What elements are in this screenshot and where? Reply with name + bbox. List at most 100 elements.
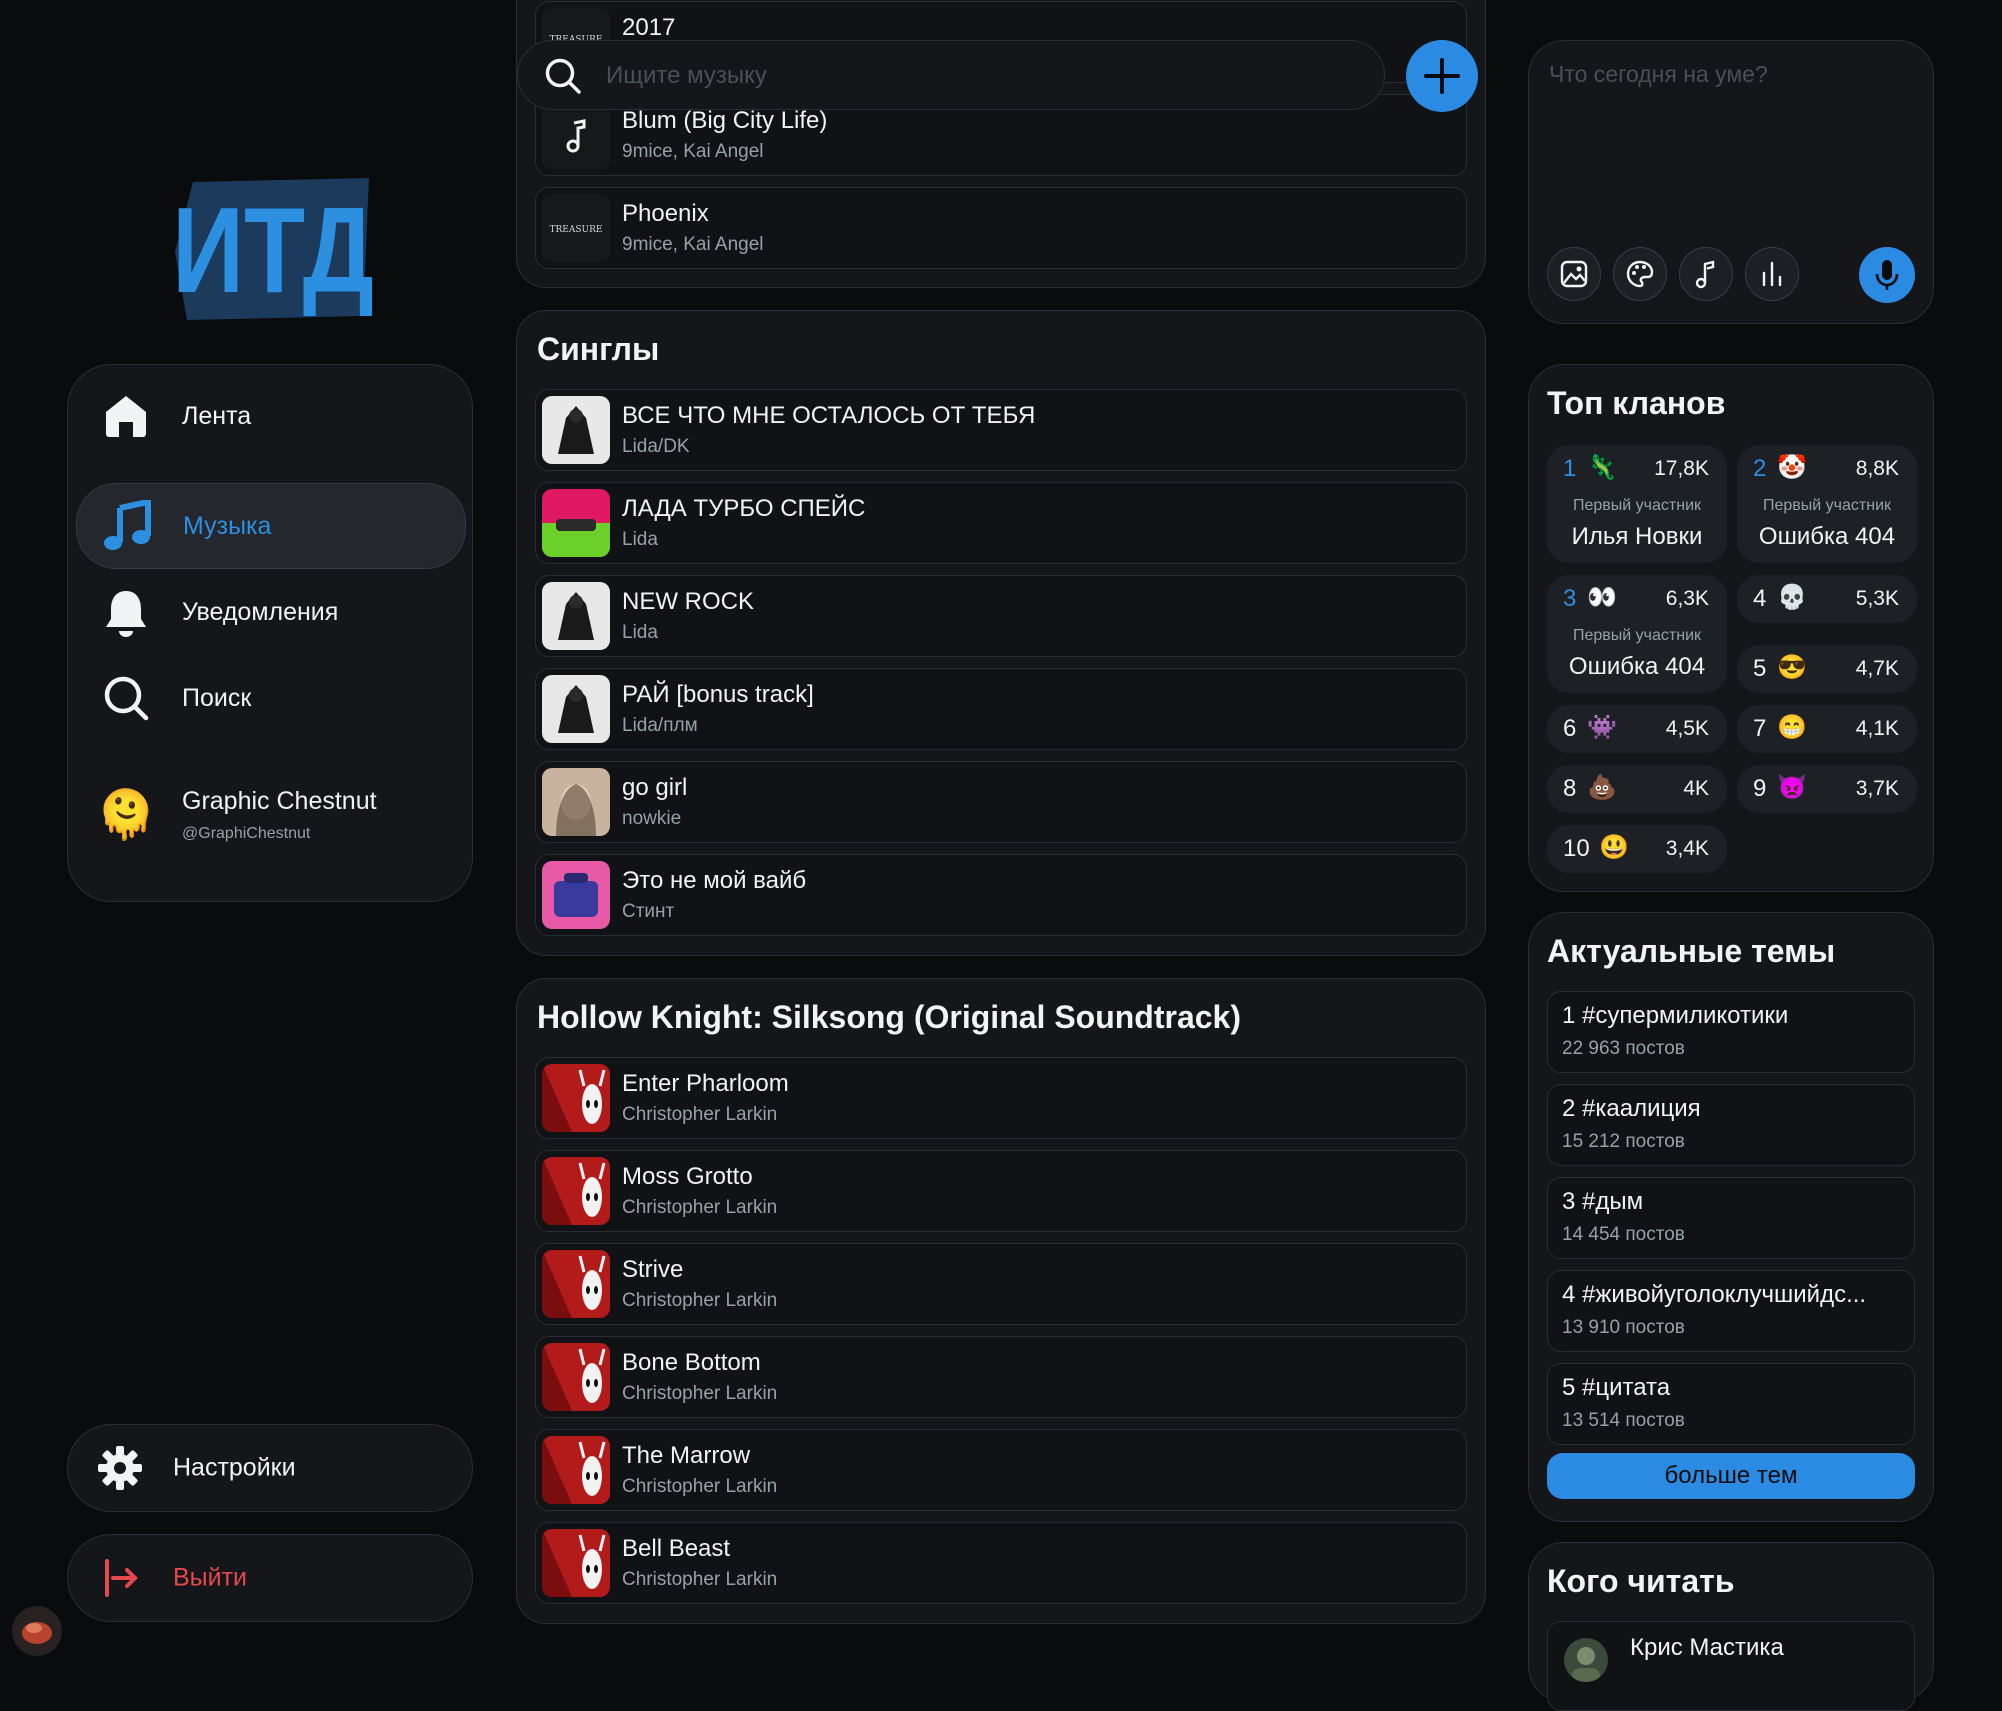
track-row[interactable]: ЛАДА ТУРБО СПЕЙС Lida <box>535 482 1467 564</box>
poll-button[interactable] <box>1745 247 1799 301</box>
follow-item[interactable]: Крис Мастика <box>1547 1621 1915 1711</box>
image-icon <box>1560 260 1588 288</box>
section-title: Кого читать <box>1547 1563 1735 1599</box>
clan-rank: 1 <box>1563 455 1577 482</box>
track-title: 2017 <box>622 14 676 41</box>
trending-topics-card: Актуальные темы 1 #супермиликотики 22 96… <box>1528 912 1934 1522</box>
clan-card[interactable]: 7 😁 4,1K <box>1737 705 1917 753</box>
topic-tag: 2 #каалиция <box>1562 1095 1701 1122</box>
clan-emoji: 💩 <box>1587 774 1617 801</box>
nav-label: Уведомления <box>182 597 339 626</box>
track-row[interactable]: Bell Beast Christopher Larkin <box>535 1522 1467 1604</box>
nav-label: Музыка <box>183 511 272 540</box>
track-artist: Christopher Larkin <box>622 1290 778 1311</box>
plus-icon <box>1424 58 1460 94</box>
section-title: Актуальные темы <box>1547 933 1836 969</box>
profile-name: Graphic Chestnut <box>182 787 377 815</box>
clan-rank: 2 <box>1753 455 1767 482</box>
track-row[interactable]: РАЙ [bonus track] Lida/плм <box>535 668 1467 750</box>
post-input[interactable] <box>1547 59 1921 213</box>
album-cover <box>542 582 610 650</box>
clan-card[interactable]: 2 🤡 8,8K Первый участник Ошибка 404 <box>1737 445 1917 563</box>
clan-score: 4K <box>1683 777 1709 800</box>
album-cover <box>542 489 610 557</box>
track-title: Phoenix <box>622 200 709 227</box>
clan-emoji: 👀 <box>1587 584 1617 611</box>
chart-bars-icon <box>1762 261 1782 287</box>
clan-card[interactable]: 8 💩 4K <box>1547 765 1727 813</box>
track-row[interactable]: Bone Bottom Christopher Larkin <box>535 1336 1467 1418</box>
clan-emoji: 😎 <box>1777 654 1807 681</box>
clan-rank: 7 <box>1753 715 1767 742</box>
clan-score: 17,8K <box>1654 457 1709 480</box>
track-row[interactable]: ВСЕ ЧТО МНЕ ОСТАЛОСЬ ОТ ТЕБЯ Lida/DK <box>535 389 1467 471</box>
nav-item-feed[interactable]: Лента <box>76 373 466 459</box>
track-title: Это не мой вайб <box>622 867 807 894</box>
track-title: ЛАДА ТУРБО СПЕЙС <box>622 495 866 522</box>
music-note-icon <box>542 101 610 169</box>
topic-item[interactable]: 2 #каалиция 15 212 постов <box>1547 1084 1915 1166</box>
clan-card[interactable]: 9 👿 3,7K <box>1737 765 1917 813</box>
music-search[interactable] <box>517 40 1385 110</box>
track-row[interactable]: TREASURE Phoenix 9mice, Kai Angel <box>535 187 1467 269</box>
voice-button[interactable] <box>1859 247 1915 303</box>
section-title: Топ кланов <box>1547 385 1726 421</box>
album-cover <box>542 1064 610 1132</box>
search-input[interactable] <box>604 55 1368 97</box>
track-row[interactable]: Strive Christopher Larkin <box>535 1243 1467 1325</box>
clan-first-member-label: Первый участник <box>1572 497 1701 514</box>
track-artist: Christopher Larkin <box>622 1569 778 1590</box>
image-button[interactable] <box>1547 247 1601 301</box>
topic-item[interactable]: 5 #цитата 13 514 постов <box>1547 1363 1915 1445</box>
search-icon <box>100 672 152 724</box>
draw-button[interactable] <box>1613 247 1667 301</box>
follow-name: Крис Мастика <box>1630 1634 1784 1661</box>
clan-card[interactable]: 3 👀 6,3K Первый участник Ошибка 404 <box>1547 575 1727 693</box>
nav-item-notifications[interactable]: Уведомления <box>76 569 466 655</box>
clan-rank: 6 <box>1563 715 1577 742</box>
clan-score: 4,5K <box>1665 717 1709 740</box>
corner-avatar[interactable] <box>12 1606 62 1656</box>
clan-card[interactable]: 5 😎 4,7K <box>1737 645 1917 693</box>
add-track-button[interactable] <box>1406 40 1478 112</box>
track-row[interactable]: Это не мой вайб Стинт <box>535 854 1467 936</box>
logout-button[interactable]: Выйти <box>67 1534 473 1622</box>
itd-logo[interactable]: ИТД <box>172 174 374 324</box>
topic-count: 15 212 постов <box>1562 1131 1685 1152</box>
track-row[interactable]: go girl nowkie <box>535 761 1467 843</box>
nav-item-search[interactable]: Поиск <box>76 655 466 741</box>
palette-icon <box>1626 260 1654 288</box>
clan-card[interactable]: 6 👾 4,5K <box>1547 705 1727 753</box>
clan-rank: 9 <box>1753 775 1767 802</box>
track-row[interactable]: The Marrow Christopher Larkin <box>535 1429 1467 1511</box>
logout-label: Выйти <box>173 1563 248 1592</box>
clan-score: 4,1K <box>1855 717 1899 740</box>
track-row[interactable]: Moss Grotto Christopher Larkin <box>535 1150 1467 1232</box>
track-title: Enter Pharloom <box>622 1070 789 1097</box>
clan-card[interactable]: 10 😃 3,4K <box>1547 825 1727 873</box>
music-button[interactable] <box>1679 247 1733 301</box>
clan-rank: 8 <box>1563 775 1577 802</box>
post-composer <box>1528 40 1934 324</box>
topic-count: 13 910 постов <box>1562 1317 1685 1338</box>
settings-button[interactable]: Настройки <box>67 1424 473 1512</box>
track-artist: Стинт <box>622 901 675 922</box>
profile-link[interactable]: 🫠 Graphic Chestnut @GraphiChestnut <box>76 771 466 857</box>
topic-item[interactable]: 3 #дым 14 454 постов <box>1547 1177 1915 1259</box>
search-icon <box>544 57 582 100</box>
topic-item[interactable]: 1 #супермиликотики 22 963 постов <box>1547 991 1915 1073</box>
more-topics-button[interactable]: больше тем <box>1547 1453 1915 1499</box>
track-title: Strive <box>622 1256 684 1283</box>
topic-tag: 5 #цитата <box>1562 1374 1671 1401</box>
track-row[interactable]: NEW ROCK Lida <box>535 575 1467 657</box>
topic-item[interactable]: 4 #живойуголоклучшийдс... 13 910 постов <box>1547 1270 1915 1352</box>
track-row[interactable]: Enter Pharloom Christopher Larkin <box>535 1057 1467 1139</box>
album-cover <box>542 1436 610 1504</box>
clan-card[interactable]: 4 💀 5,3K <box>1737 575 1917 623</box>
nav-item-music[interactable]: Музыка <box>76 483 466 569</box>
clan-first-member: Ошибка 404 <box>1568 653 1706 680</box>
clan-card[interactable]: 1 🦎 17,8K Первый участник Илья Новки <box>1547 445 1727 563</box>
clan-emoji: 💀 <box>1777 584 1807 611</box>
main-nav: Лента Музыка Уведомления Поиск 🫠 Graphic… <box>67 364 473 902</box>
album-cover <box>542 1250 610 1318</box>
